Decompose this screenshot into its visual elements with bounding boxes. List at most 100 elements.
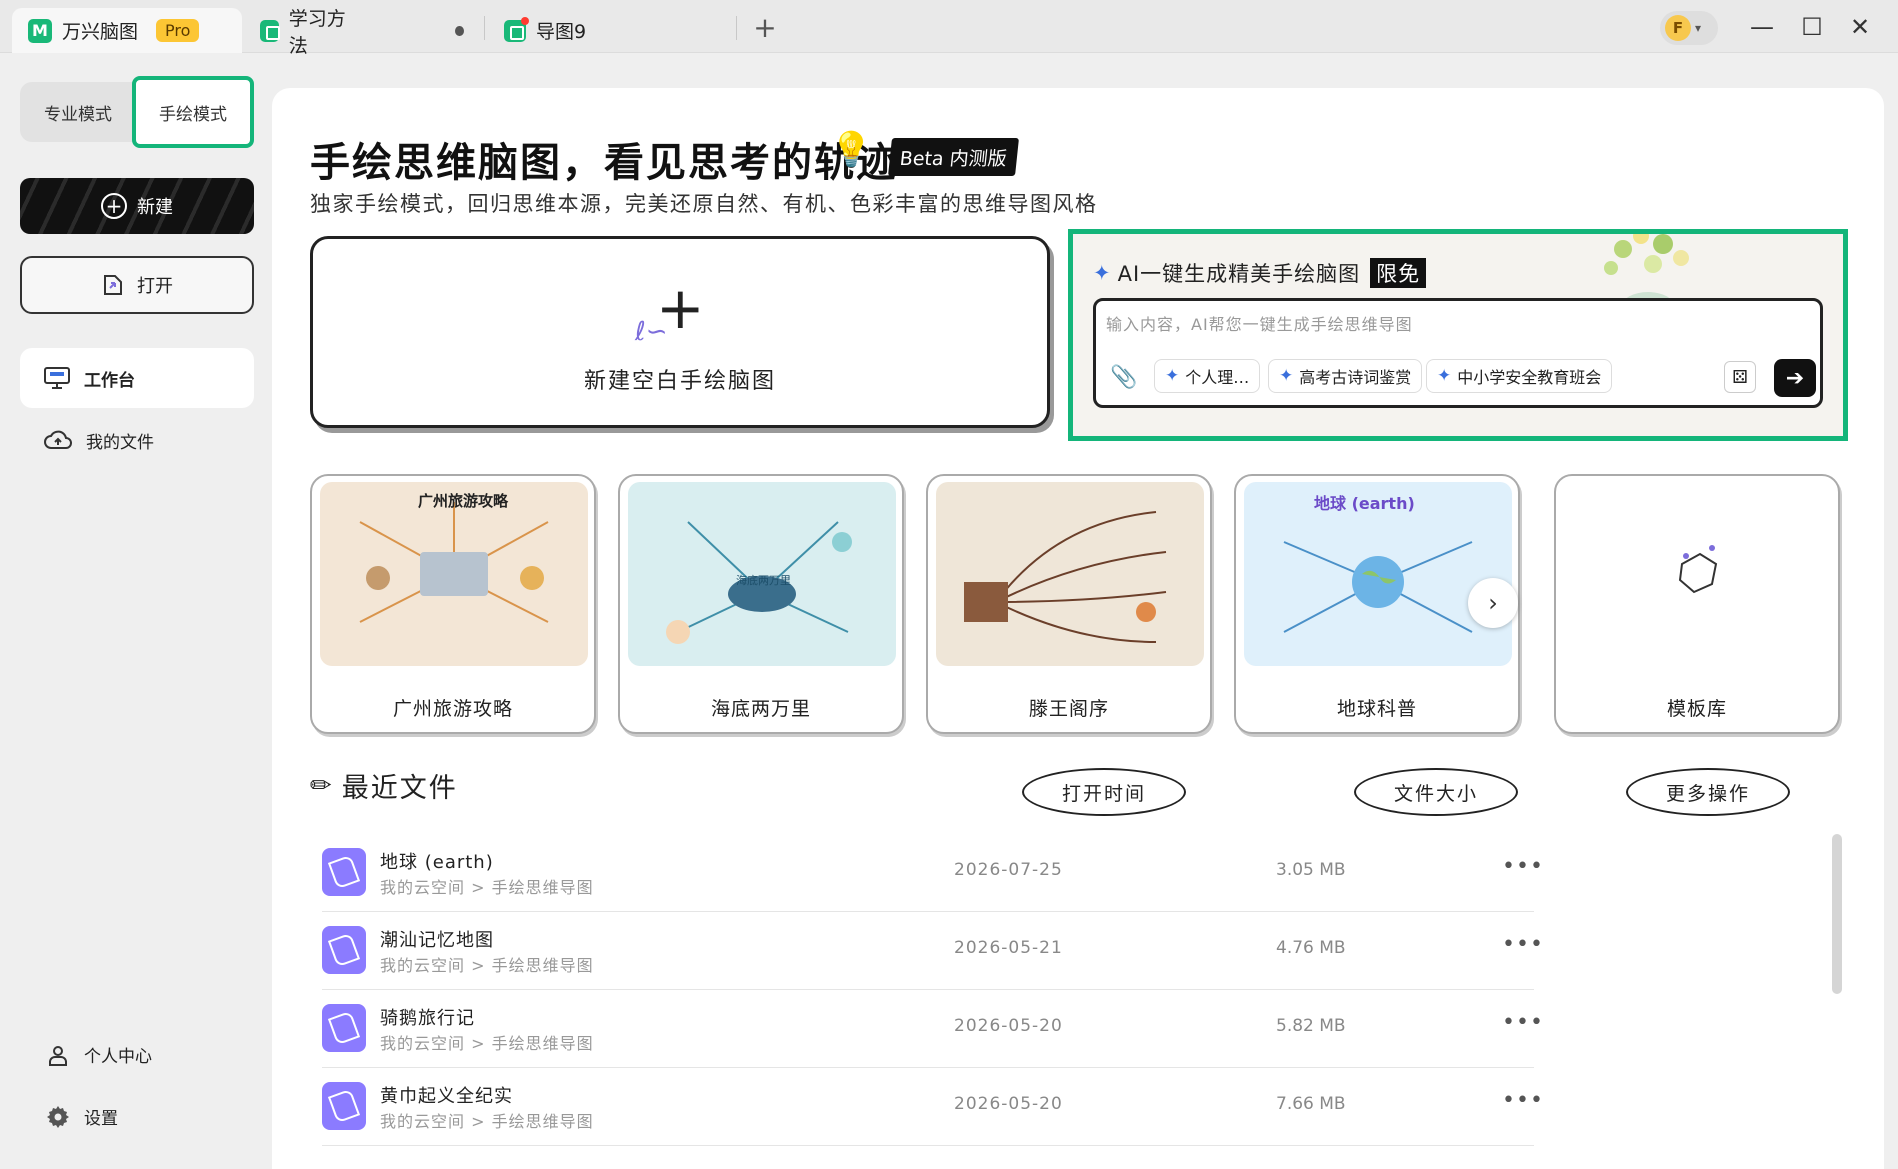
ai-panel-title: ✦ AI一键生成精美手绘脑图 限免: [1093, 258, 1427, 288]
file-size: 3.05 MB: [1276, 860, 1346, 880]
mode-professional-button[interactable]: 专业模式: [20, 82, 136, 142]
file-row[interactable]: 地球 (earth) 我的云空间 > 手绘思维导图 2026-07-25 3.0…: [322, 834, 1543, 912]
file-row[interactable]: 潮汕记忆地图 我的云空间 > 手绘思维导图 2026-05-21 4.76 MB…: [322, 912, 1543, 990]
ai-title-text: AI一键生成精美手绘脑图: [1117, 262, 1361, 286]
file-name: 黄巾起义全纪实: [380, 1086, 513, 1107]
file-path: 我的云空间 > 手绘思维导图: [380, 956, 594, 975]
sort-by-file-size-button[interactable]: 文件大小: [1354, 768, 1518, 816]
template-library-icon: [1678, 545, 1718, 594]
scrollbar[interactable]: [1832, 834, 1842, 994]
sparkle-icon: ✦: [1165, 366, 1180, 386]
template-card[interactable]: 海底两万里 海底两万里: [618, 474, 904, 734]
tab-divider: [484, 16, 485, 40]
chevron-down-icon: ▾: [1695, 21, 1702, 35]
more-icon[interactable]: •••: [1502, 1088, 1544, 1113]
send-button[interactable]: ➔: [1774, 359, 1816, 397]
template-thumbnail: [936, 482, 1204, 666]
pro-badge[interactable]: Pro: [156, 19, 200, 42]
handdrawn-file-icon: [322, 848, 366, 896]
user-menu[interactable]: F ▾: [1660, 11, 1718, 45]
unsaved-dot-icon[interactable]: [455, 25, 464, 36]
minimize-button[interactable]: —: [1742, 10, 1782, 44]
gear-icon: [47, 1105, 69, 1128]
file-date: 2026-05-20: [954, 1094, 1063, 1114]
plus-circle-icon: +: [101, 193, 127, 219]
mode-handdrawn-button[interactable]: 手绘模式: [132, 76, 254, 148]
chevron-right-icon[interactable]: ›: [1468, 578, 1518, 628]
file-name: 潮汕记忆地图: [380, 930, 494, 951]
sidebar-item-settings[interactable]: 设置: [46, 1104, 118, 1129]
close-button[interactable]: ✕: [1840, 10, 1880, 44]
tab-document-2[interactable]: 导图9: [488, 8, 728, 53]
mindmap-doc-icon: [260, 19, 280, 42]
sparkle-icon: ✦: [1437, 366, 1452, 386]
template-name: 海底两万里: [710, 698, 811, 720]
file-size: 4.76 MB: [1276, 938, 1346, 958]
tab-divider: [736, 16, 737, 40]
suggestion-chip[interactable]: ✦ 高考古诗词鉴赏: [1268, 359, 1423, 393]
app-name: 万兴脑图: [62, 21, 139, 43]
template-thumbnail: [1564, 482, 1832, 666]
sort-by-open-time-button[interactable]: 打开时间: [1022, 768, 1186, 816]
new-button-label: 新建: [137, 197, 173, 218]
sidebar-item-workbench[interactable]: 工作台: [20, 348, 254, 408]
more-icon[interactable]: •••: [1502, 1010, 1544, 1035]
template-card[interactable]: 广州旅游攻略 广州旅游攻略: [310, 474, 596, 734]
app-logo-icon: M: [28, 18, 52, 43]
chip-label: 中小学安全教育班会: [1457, 368, 1602, 387]
tab-label: 学习方法: [288, 7, 346, 57]
recent-files-title: ✏ 最近文件: [310, 766, 458, 805]
template-name: 广州旅游攻略: [392, 698, 513, 720]
random-dice-icon[interactable]: ⚄: [1724, 361, 1756, 393]
file-path: 我的云空间 > 手绘思维导图: [380, 1034, 594, 1053]
notification-dot: [521, 16, 529, 25]
open-button[interactable]: 打开: [20, 256, 254, 314]
template-library-card[interactable]: 模板库: [1554, 474, 1840, 734]
sidebar-item-profile[interactable]: 个人中心: [46, 1042, 152, 1067]
mode-switch: 专业模式 手绘模式: [20, 76, 254, 148]
open-button-label: 打开: [137, 276, 173, 297]
blank-card-label: 新建空白手绘脑图: [583, 369, 776, 394]
ai-prompt-input[interactable]: 输入内容，AI帮您一键生成手绘思维导图 📎 ✦ 个人理… ✦ 高考古诗词鉴赏 ✦…: [1093, 298, 1823, 408]
sparkle-icon: ✦: [1279, 366, 1294, 386]
beta-badge: Beta 内测版: [888, 138, 1019, 176]
suggestion-chip[interactable]: ✦ 中小学安全教育班会: [1426, 359, 1613, 393]
tab-document-1[interactable]: 学习方法: [244, 8, 480, 57]
file-row[interactable]: 黄巾起义全纪实 我的云空间 > 手绘思维导图 2026-05-20 7.66 M…: [322, 1068, 1543, 1146]
file-size: 7.66 MB: [1276, 1094, 1346, 1114]
sparkle-icon: ✦: [1093, 261, 1112, 285]
chip-label: 高考古诗词鉴赏: [1299, 368, 1412, 387]
maximize-button[interactable]: ☐: [1792, 10, 1832, 44]
sidebar-item-label: 我的文件: [86, 432, 154, 453]
file-path: 我的云空间 > 手绘思维导图: [380, 1112, 594, 1131]
tab-label: 导图9: [536, 21, 587, 43]
more-icon[interactable]: •••: [1502, 932, 1544, 957]
file-date: 2026-05-21: [954, 938, 1063, 958]
cloud-icon: [44, 430, 72, 449]
template-name: 地球科普: [1336, 698, 1417, 720]
new-button[interactable]: + 新建: [20, 178, 254, 234]
file-row[interactable]: 骑鹅旅行记 我的云空间 > 手绘思维导图 2026-05-20 5.82 MB …: [322, 990, 1543, 1068]
ai-prompt-placeholder[interactable]: 输入内容，AI帮您一键生成手绘思维导图: [1106, 311, 1413, 335]
new-blank-handdrawn-card[interactable]: + ℓ∽ 新建空白手绘脑图: [310, 236, 1050, 428]
sidebar-item-my-files[interactable]: 我的文件: [20, 410, 254, 470]
file-name: 骑鹅旅行记: [380, 1008, 475, 1029]
mindmap-thumbnail-icon: [964, 511, 1167, 643]
sidebar: 专业模式 手绘模式 + 新建 打开 工作台 我的文件 个人中心 设置: [0, 54, 270, 1169]
sidebar-item-label: 设置: [84, 1109, 118, 1129]
add-tab-button[interactable]: +: [748, 10, 782, 44]
more-actions-button[interactable]: 更多操作: [1626, 768, 1790, 816]
handdrawn-file-icon: [322, 1082, 366, 1130]
chip-label: 个人理…: [1185, 368, 1250, 387]
user-icon: [49, 1045, 67, 1066]
template-card[interactable]: 滕王阁序: [926, 474, 1212, 734]
suggestion-chip[interactable]: ✦ 个人理…: [1154, 359, 1261, 393]
file-name: 地球 (earth): [380, 852, 494, 873]
more-icon[interactable]: •••: [1502, 854, 1544, 879]
handdrawn-file-icon: [322, 926, 366, 974]
hero-title: 手绘思维脑图，看见思考的轨迹: [310, 140, 898, 186]
template-thumbnail: 地球 (earth): [1244, 482, 1512, 666]
tab-home[interactable]: M 万兴脑图 Pro: [12, 8, 242, 53]
thumbnail-title: 地球 (earth): [1314, 494, 1415, 513]
attachment-icon[interactable]: 📎: [1110, 365, 1137, 390]
